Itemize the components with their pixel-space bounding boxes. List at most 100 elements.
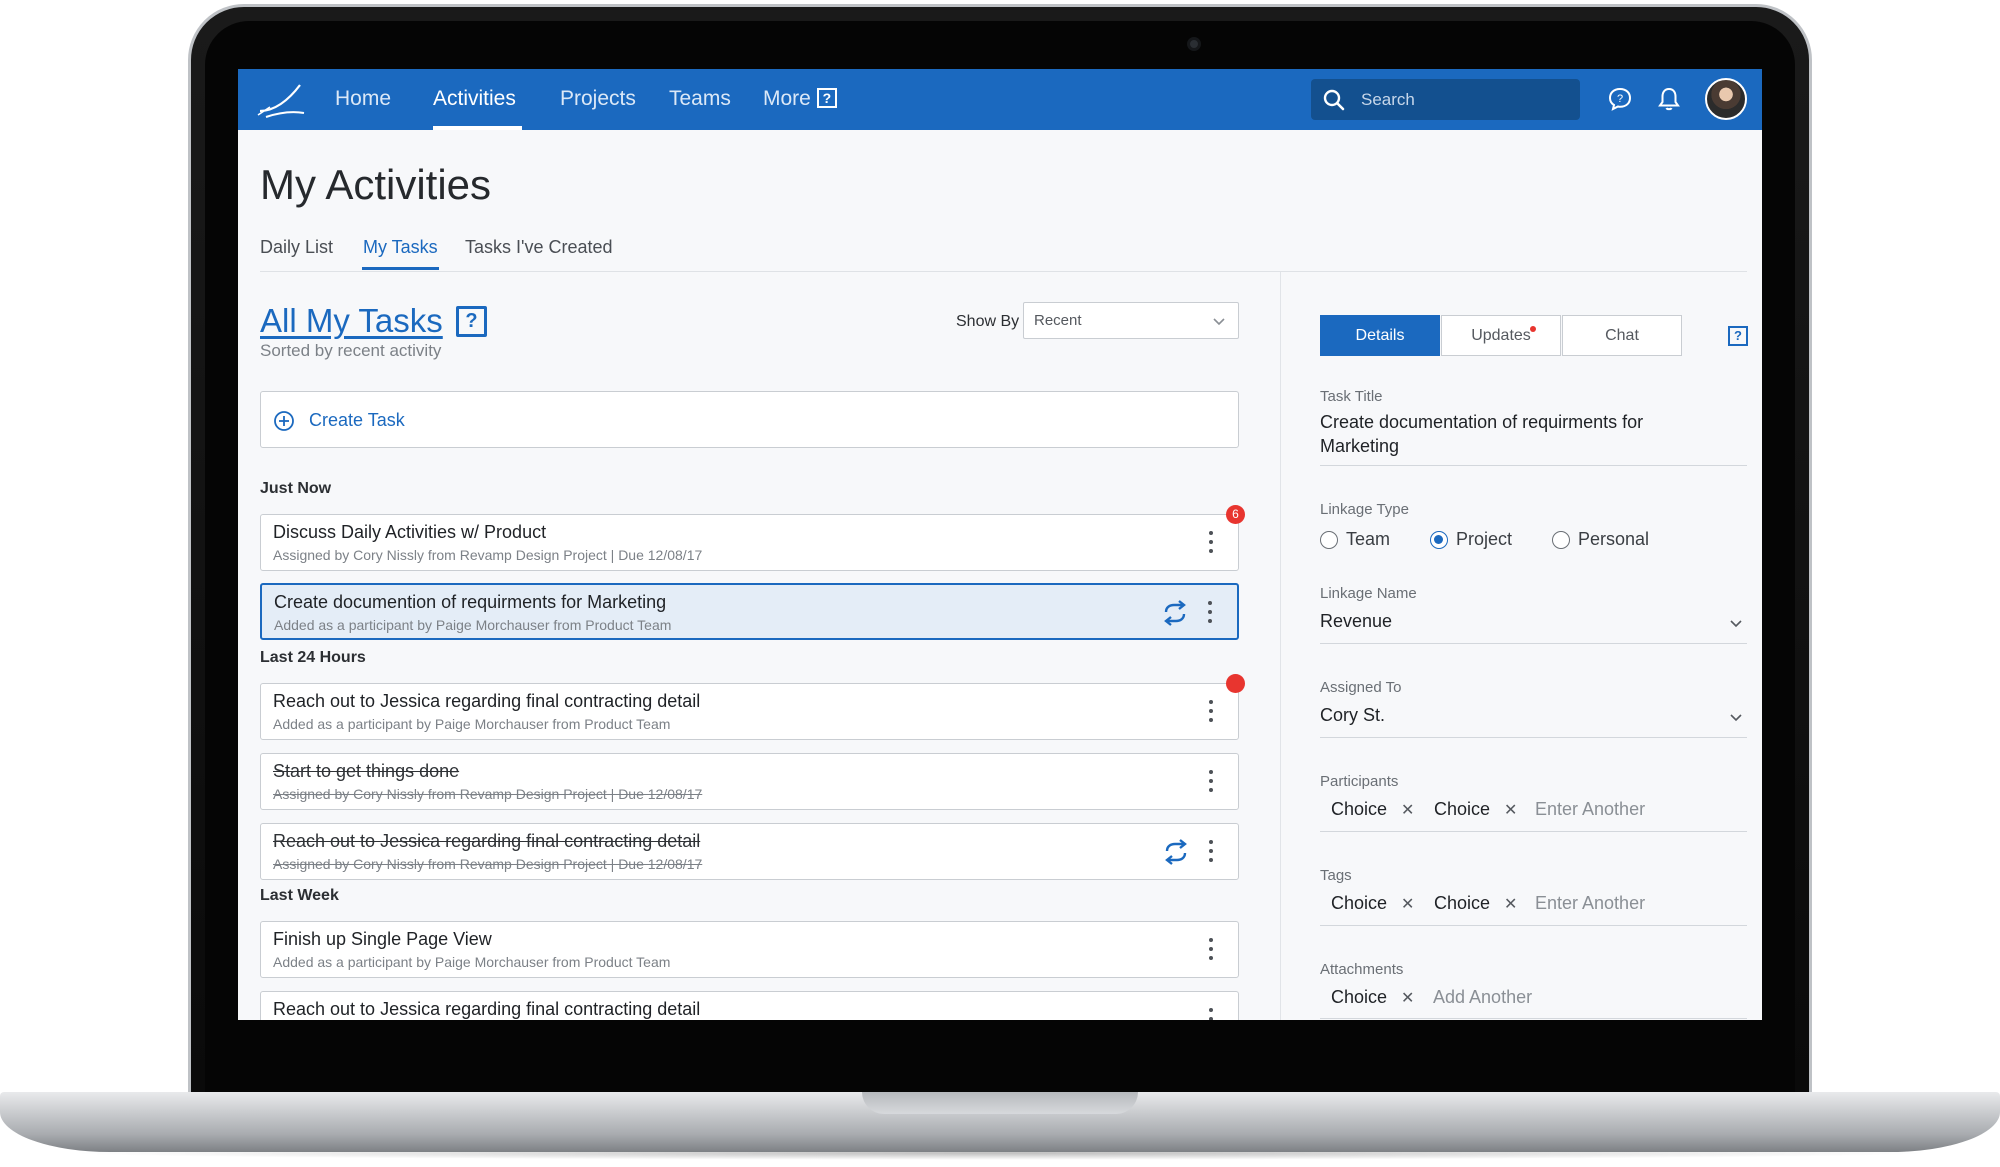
all-my-tasks-link[interactable]: All My Tasks — [260, 302, 443, 340]
tag-chip: Choice — [1434, 893, 1491, 913]
help-icon[interactable]: ? — [456, 306, 487, 337]
close-icon[interactable]: ✕ — [1401, 894, 1414, 914]
repeat-icon[interactable] — [1162, 839, 1190, 865]
task-title: Finish up Single Page View — [273, 929, 492, 949]
avatar[interactable] — [1705, 78, 1747, 120]
nav-more[interactable]: More? — [763, 87, 837, 111]
task-title-value-line2[interactable]: Marketing — [1320, 436, 1399, 457]
task-row[interactable]: Finish up Single Page View Added as a pa… — [260, 921, 1239, 978]
search-box[interactable] — [1311, 79, 1580, 120]
close-icon[interactable]: ✕ — [1504, 894, 1517, 914]
tags-input[interactable]: Enter Another — [1535, 893, 1645, 914]
task-title-value-line1[interactable]: Create documentation of requirments for — [1320, 412, 1643, 433]
linkage-type-label: Linkage Type — [1320, 501, 1409, 518]
task-meta: Assigned by Cory Nissly from Revamp Desi… — [273, 547, 703, 563]
svg-text:?: ? — [1617, 93, 1623, 105]
nav-activities[interactable]: Activities — [433, 87, 516, 111]
unread-indicator — [1226, 674, 1245, 693]
task-row[interactable]: Discuss Daily Activities w/ Product Assi… — [260, 514, 1239, 571]
attachment-chip: Choice — [1331, 987, 1388, 1007]
task-row-completed[interactable]: Reach out to Jessica regarding final con… — [260, 823, 1239, 880]
assigned-to-select[interactable]: Cory St. — [1320, 705, 1385, 726]
chat-bubble-icon[interactable]: ? — [1607, 86, 1633, 112]
sort-description: Sorted by recent activity — [260, 341, 442, 360]
task-meta: Added as a participant by Paige Morchaus… — [274, 617, 672, 633]
kebab-menu-icon[interactable] — [1207, 601, 1213, 625]
task-title-label: Task Title — [1320, 388, 1383, 405]
kebab-menu-icon[interactable] — [1208, 770, 1214, 794]
updates-unread-dot — [1530, 326, 1536, 332]
bell-icon[interactable] — [1657, 86, 1681, 112]
section-last-week: Last Week — [260, 887, 339, 904]
radio-personal-circle — [1552, 531, 1570, 549]
task-title: Create documention of requirments for Ma… — [274, 592, 667, 612]
linkage-name-select[interactable]: Revenue — [1320, 611, 1392, 632]
participants-underline — [1320, 831, 1747, 832]
tab-tasks-ive-created[interactable]: Tasks I've Created — [465, 237, 613, 258]
participants-input[interactable]: Enter Another — [1535, 799, 1645, 820]
tab-active-indicator — [362, 267, 439, 270]
nav-home[interactable]: Home — [335, 87, 391, 111]
tags-underline — [1320, 925, 1747, 926]
camera — [1187, 37, 1201, 51]
create-task-label: Create Task — [309, 410, 405, 430]
task-title-underline — [1320, 465, 1747, 466]
page-title: My Activities — [260, 161, 492, 208]
kebab-menu-icon[interactable] — [1208, 840, 1214, 864]
task-row[interactable]: Reach out to Jessica regarding final con… — [260, 683, 1239, 740]
kebab-menu-icon[interactable] — [1208, 700, 1214, 724]
column-divider — [1280, 272, 1281, 1020]
linkage-name-label: Linkage Name — [1320, 585, 1417, 602]
search-input[interactable] — [1361, 79, 1571, 120]
tab-chat[interactable]: Chat — [1562, 315, 1682, 356]
task-meta: Added as a participant by Paige Morchaus… — [273, 716, 671, 732]
attachments-underline — [1320, 1018, 1747, 1019]
close-icon[interactable]: ✕ — [1401, 800, 1414, 820]
kebab-menu-icon[interactable] — [1208, 1008, 1214, 1020]
chevron-down-icon[interactable] — [1729, 712, 1743, 722]
chevron-down-icon — [1213, 318, 1225, 326]
tab-daily-list[interactable]: Daily List — [260, 237, 333, 258]
notification-count-badge: 6 — [1226, 505, 1245, 524]
nav-projects[interactable]: Projects — [560, 87, 636, 111]
task-row-completed[interactable]: Start to get things done Assigned by Cor… — [260, 753, 1239, 810]
nav-teams[interactable]: Teams — [669, 87, 731, 111]
task-meta: Assigned by Cory Nissly from Revamp Desi… — [273, 786, 703, 802]
search-icon — [1323, 89, 1345, 111]
task-title: Discuss Daily Activities w/ Product — [273, 522, 547, 542]
chevron-down-icon[interactable] — [1729, 618, 1743, 628]
logo-icon[interactable] — [256, 81, 306, 119]
tab-details[interactable]: Details — [1320, 315, 1440, 356]
task-row-selected[interactable]: Create documention of requirments for Ma… — [260, 583, 1239, 640]
close-icon[interactable]: ✕ — [1504, 800, 1517, 820]
create-task-button[interactable]: Create Task — [260, 391, 1239, 448]
tab-updates[interactable]: Updates — [1441, 315, 1561, 356]
help-icon[interactable]: ? — [1728, 326, 1748, 346]
plus-circle-icon — [274, 411, 294, 431]
show-by-value: Recent — [1034, 312, 1082, 329]
assigned-to-underline — [1320, 737, 1747, 738]
attachments-input[interactable]: Add Another — [1433, 987, 1532, 1008]
show-by-label: Show By — [956, 313, 1020, 330]
task-row[interactable]: Reach out to Jessica regarding final con… — [260, 991, 1239, 1020]
task-title: Reach out to Jessica regarding final con… — [273, 691, 701, 711]
header-divider — [260, 271, 1747, 272]
tag-chip: Choice — [1331, 893, 1388, 913]
section-last-24-hours: Last 24 Hours — [260, 649, 366, 666]
radio-project-circle — [1430, 531, 1448, 549]
kebab-menu-icon[interactable] — [1208, 531, 1214, 555]
kebab-menu-icon[interactable] — [1208, 938, 1214, 962]
repeat-icon[interactable] — [1161, 600, 1189, 626]
radio-personal-label: Personal — [1578, 529, 1650, 549]
attachments-label: Attachments — [1320, 961, 1404, 978]
laptop-notch — [862, 1092, 1138, 1114]
task-title: Reach out to Jessica regarding final con… — [273, 999, 701, 1019]
assigned-to-label: Assigned To — [1320, 679, 1402, 696]
tab-updates-label: Updates — [1471, 327, 1531, 344]
radio-team-circle — [1320, 531, 1338, 549]
participant-chip: Choice — [1331, 799, 1388, 819]
close-icon[interactable]: ✕ — [1401, 988, 1414, 1008]
tab-my-tasks[interactable]: My Tasks — [363, 237, 438, 258]
show-by-select[interactable]: Recent — [1023, 302, 1239, 339]
participant-chip: Choice — [1434, 799, 1491, 819]
